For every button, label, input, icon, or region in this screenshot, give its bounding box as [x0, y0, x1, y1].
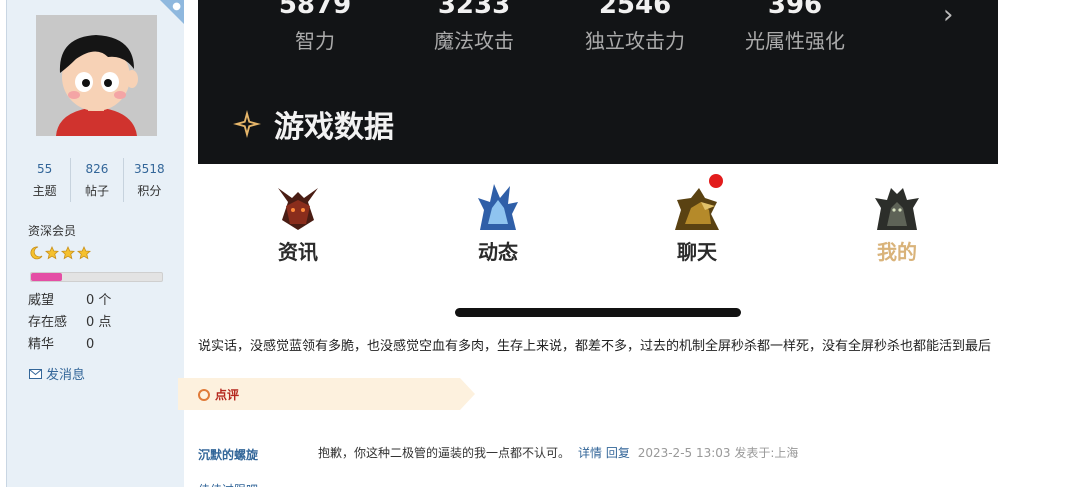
game-stat-magic-attack: 3233 魔法攻击	[399, 0, 549, 56]
demon-icon	[272, 180, 324, 232]
star-icon	[45, 246, 59, 260]
game-stat-label: 魔法攻击	[434, 29, 514, 53]
sparkle-icon	[233, 110, 261, 138]
circle-icon	[198, 389, 210, 401]
tab-label: 我的	[877, 240, 917, 264]
game-stat-value: 5879	[278, 0, 352, 20]
info-key: 存在感	[28, 315, 68, 330]
moon-icon	[30, 246, 43, 260]
apple-icon: ●	[172, 1, 181, 12]
user-profile-sidebar: ● 55 主题 826 帖子 3518 积分 资深会员 威望 0 个 存在感 0…	[6, 0, 184, 487]
info-value: 0	[86, 337, 95, 352]
stat-label: 帖子	[84, 184, 109, 198]
stat-topics[interactable]: 55 主题	[19, 158, 72, 202]
game-stat-independent-attack: 2546 独立攻击力	[560, 0, 710, 56]
tab-label: 动态	[478, 240, 518, 264]
comment-text: 抱歉，你这种二极管的逼装的我一点都不认可。	[318, 446, 571, 460]
tab-feed[interactable]: 动态	[443, 180, 553, 265]
ice-creature-icon	[472, 180, 524, 232]
stat-value: 826	[85, 162, 109, 176]
post-body: 说实话，没感觉蓝领有多脆，也没感觉空血有多肉，生存上来说，都差不多，过去的机制全…	[198, 339, 992, 354]
info-key: 精华	[28, 337, 55, 352]
info-row-presence: 存在感 0 点	[28, 312, 111, 334]
stat-value: 55	[37, 162, 53, 176]
game-section-title-text: 游戏数据	[274, 110, 394, 145]
info-row-prestige: 威望 0 个	[28, 290, 111, 312]
stat-value: 3518	[134, 162, 165, 176]
tab-chat[interactable]: 聊天	[642, 174, 752, 265]
comment-actions: 详情 回复 2023-2-5 13:03 发表于:上海	[578, 444, 798, 461]
info-value: 0 个	[86, 293, 112, 308]
stat-posts[interactable]: 826 帖子	[71, 158, 124, 202]
comment-user-link[interactable]: 沉默的螺旋	[198, 446, 258, 463]
game-stat-label: 智力	[295, 29, 335, 53]
comment-section-label: 点评	[215, 388, 240, 402]
comment-section-header: 点评	[178, 378, 475, 410]
level-progress-fill	[31, 273, 63, 281]
reply-link[interactable]: 回复	[606, 446, 630, 460]
send-message-link[interactable]: 发消息	[29, 364, 85, 383]
dark-warrior-icon	[871, 180, 923, 232]
user-info: 威望 0 个 存在感 0 点 精华 0	[28, 290, 111, 356]
comment-meta: 2023-2-5 13:03 发表于:上海	[637, 446, 799, 460]
user-group[interactable]: 资深会员	[28, 222, 76, 239]
game-stat-value: 3233	[437, 0, 511, 20]
avatar[interactable]	[36, 15, 157, 136]
level-stars	[29, 246, 91, 260]
user-stats: 55 主题 826 帖子 3518 积分	[19, 158, 175, 202]
tab-label: 资讯	[278, 240, 318, 264]
stat-label: 积分	[137, 184, 162, 198]
send-message-label: 发消息	[46, 368, 86, 383]
star-icon	[61, 246, 75, 260]
star-icon	[77, 246, 91, 260]
game-screenshot: 5879 智力 3233 魔法攻击 2546 独立攻击力 396 光属性强化 ›…	[198, 0, 998, 164]
comment-user-link[interactable]: 佳佳过限吧	[198, 481, 258, 487]
golden-beast-icon	[671, 174, 723, 232]
game-stat-light-enhance: 396 光属性强化	[720, 0, 870, 56]
envelope-icon	[29, 368, 42, 379]
game-section-title: 游戏数据	[230, 102, 394, 146]
tab-label: 聊天	[677, 240, 717, 264]
stat-points[interactable]: 3518 积分	[124, 158, 175, 202]
info-row-digest: 精华 0	[28, 334, 111, 356]
game-stat-value: 396	[767, 0, 823, 20]
tab-mine[interactable]: 我的	[842, 180, 952, 265]
notification-dot	[709, 174, 723, 188]
game-stat-int: 5879 智力	[240, 0, 390, 56]
game-stat-label: 独立攻击力	[585, 29, 685, 53]
info-key: 威望	[28, 293, 55, 308]
detail-link[interactable]: 详情	[578, 446, 602, 460]
game-stat-value: 2546	[598, 0, 672, 20]
info-value: 0 点	[86, 315, 112, 330]
home-indicator	[455, 308, 741, 317]
game-stat-label: 光属性强化	[745, 29, 845, 53]
chevron-right-icon: ›	[943, 0, 954, 30]
stat-label: 主题	[32, 184, 57, 198]
level-progress-bar	[30, 272, 163, 282]
tab-news[interactable]: 资讯	[243, 180, 353, 265]
